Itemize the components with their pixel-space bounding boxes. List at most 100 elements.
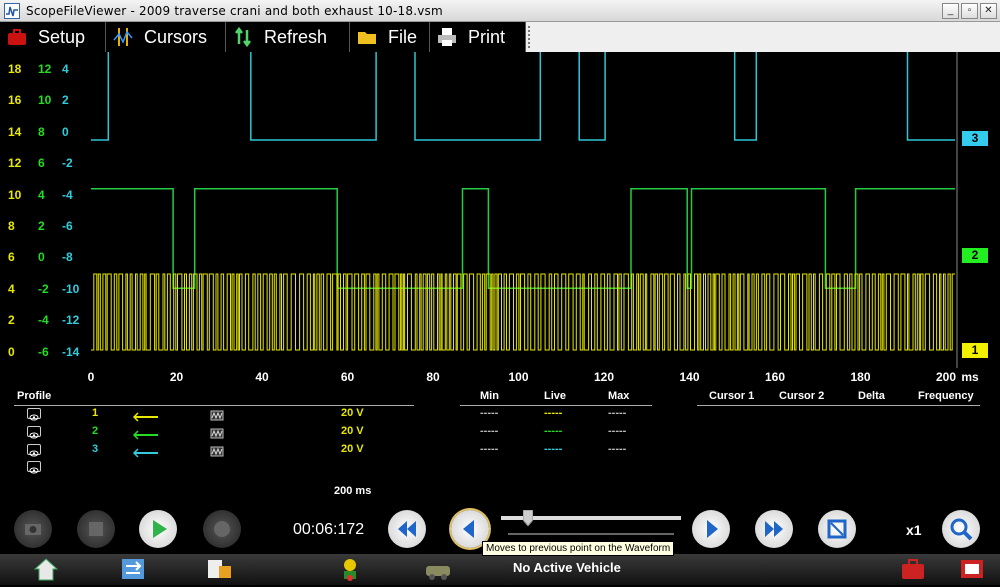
skip-forward-button[interactable] xyxy=(755,510,793,548)
live-value: ----- xyxy=(544,425,563,437)
x-tick-label: 20 xyxy=(169,370,184,384)
max-value: ----- xyxy=(608,407,627,419)
x-tick-label: 40 xyxy=(255,370,269,384)
x-tick-label: 100 xyxy=(508,370,529,384)
eye-icon[interactable] xyxy=(27,444,41,457)
magnify-button[interactable] xyxy=(942,510,980,548)
print-button[interactable]: Print xyxy=(430,22,526,52)
status-bar: No Active Vehicle xyxy=(0,554,1000,585)
profile-channel-number: 2 xyxy=(92,425,99,437)
profile-voltage: 20 V xyxy=(341,407,364,419)
waveform-plot[interactable]: 18 16 14 12 10 8 6 4 2 0 12 10 8 6 4 2 0 -2 -4 -6 4 2 0 -2 -4 -6-… xyxy=(0,52,1000,368)
refresh-icon xyxy=(232,26,254,48)
probe-icon[interactable] xyxy=(132,445,162,458)
x-tick-label: 120 xyxy=(593,370,615,384)
x-tick-label: 160 xyxy=(764,370,786,384)
cursors-label: Cursors xyxy=(144,27,208,47)
skip-back-button[interactable] xyxy=(388,510,426,548)
waveform-canvas[interactable] xyxy=(0,52,1000,368)
file-button[interactable]: File xyxy=(350,22,430,52)
scope-app-icon xyxy=(4,3,20,19)
slider-track-secondary xyxy=(508,533,674,535)
profile-channel-number: 1 xyxy=(92,407,99,419)
camera-button[interactable] xyxy=(14,510,52,548)
timebase-label: 200 ms xyxy=(334,485,372,497)
eye-icon[interactable] xyxy=(27,408,41,421)
x-tick-label: 140 xyxy=(679,370,700,384)
eye-icon[interactable] xyxy=(27,461,41,474)
step-forward-button[interactable] xyxy=(692,510,730,548)
profile-channel-number: 3 xyxy=(92,443,99,455)
transfer-icon[interactable] xyxy=(119,556,147,582)
waveform-type-icon[interactable] xyxy=(210,408,224,421)
zoom-fit-button[interactable] xyxy=(818,510,856,548)
x-tick-label: 0 xyxy=(87,370,95,384)
stats-underline xyxy=(460,405,652,406)
printer-icon xyxy=(436,26,458,48)
vehicle-status: No Active Vehicle xyxy=(513,560,621,575)
refresh-label: Refresh xyxy=(264,27,328,47)
toolbox-status-icon[interactable] xyxy=(899,556,927,582)
cursor-underline xyxy=(697,405,980,406)
x-tick-label: 200 xyxy=(935,370,957,384)
refresh-button[interactable]: Refresh xyxy=(226,22,350,52)
max-value: ----- xyxy=(608,425,627,437)
file-label: File xyxy=(388,27,418,47)
exit-icon[interactable] xyxy=(958,556,986,582)
profile-header: Profile xyxy=(17,390,52,402)
toolbar: Setup Cursors Refresh File Print xyxy=(0,22,1000,52)
x-tick-label: 180 xyxy=(850,370,871,384)
probe-icon[interactable] xyxy=(132,409,162,422)
waveform-type-icon[interactable] xyxy=(210,444,224,457)
cursors-icon xyxy=(112,26,134,48)
cursor1-header: Cursor 1 xyxy=(709,390,755,402)
channel-2-marker[interactable]: 2 xyxy=(962,248,988,263)
playback-time: 00:06:172 xyxy=(293,521,365,538)
setup-button[interactable]: Setup xyxy=(0,22,106,52)
min-value: ----- xyxy=(480,425,499,437)
home-icon[interactable] xyxy=(32,556,60,582)
channel-3-marker[interactable]: 3 xyxy=(962,131,988,146)
vehicle-icon[interactable] xyxy=(424,556,452,582)
info-panel: Profile 1 20 V 2 20 V 3 20 V Min Live Max ---… xyxy=(0,388,1000,508)
x-tick-label: 80 xyxy=(426,370,440,384)
scope-probe-icon[interactable] xyxy=(336,556,364,582)
min-value: ----- xyxy=(480,443,499,455)
record-button[interactable] xyxy=(203,510,241,548)
maximize-button[interactable]: ▫ xyxy=(961,3,978,19)
live-value: ----- xyxy=(544,407,563,419)
max-value: ----- xyxy=(608,443,627,455)
cursors-button[interactable]: Cursors xyxy=(106,22,226,52)
live-value: ----- xyxy=(544,443,563,455)
profile-voltage: 20 V xyxy=(341,443,364,455)
probe-icon[interactable] xyxy=(132,427,162,440)
x-unit-label: ms xyxy=(961,370,979,384)
max-header: Max xyxy=(608,390,630,402)
slider-thumb[interactable] xyxy=(522,509,534,527)
zoom-level: x1 xyxy=(906,522,922,538)
window-title: ScopeFileViewer - 2009 traverse crani an… xyxy=(26,4,443,18)
toolbox-icon xyxy=(6,26,28,48)
cursor2-header: Cursor 2 xyxy=(779,390,825,402)
min-value: ----- xyxy=(480,407,499,419)
min-header: Min xyxy=(480,390,499,402)
print-label: Print xyxy=(468,27,506,47)
tools-icon[interactable] xyxy=(205,556,233,582)
folder-icon xyxy=(356,26,378,48)
window-titlebar: ScopeFileViewer - 2009 traverse crani an… xyxy=(0,0,1000,22)
frequency-header: Frequency xyxy=(918,390,974,402)
eye-icon[interactable] xyxy=(27,426,41,439)
channel-1-marker[interactable]: 1 xyxy=(962,343,988,358)
toolbar-grip[interactable] xyxy=(528,26,532,48)
play-button[interactable] xyxy=(139,510,177,548)
live-header: Live xyxy=(544,390,567,402)
minimize-button[interactable]: _ xyxy=(942,3,959,19)
setup-label: Setup xyxy=(38,27,86,47)
close-button[interactable]: ✕ xyxy=(980,3,997,19)
profile-voltage: 20 V xyxy=(341,425,364,437)
x-tick-label: 60 xyxy=(340,370,355,384)
waveform-type-icon[interactable] xyxy=(210,426,224,439)
x-axis: 0 20 40 60 80 100 120 140 160 180 200 ms xyxy=(0,368,1000,388)
profile-underline xyxy=(14,405,414,406)
stop-button[interactable] xyxy=(77,510,115,548)
